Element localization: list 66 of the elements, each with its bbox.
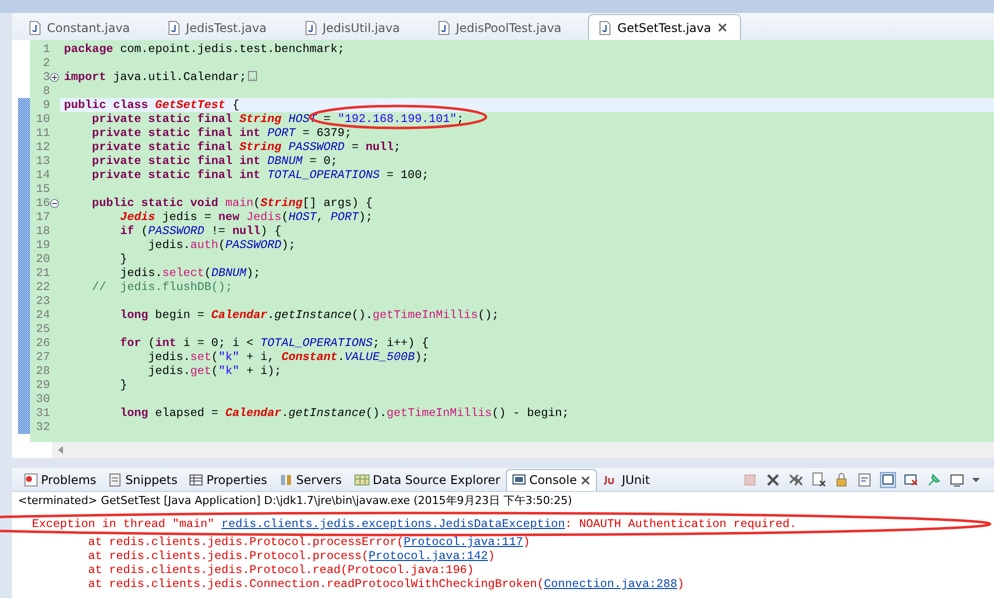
folded-code-icon[interactable]	[248, 71, 258, 81]
database-icon	[354, 473, 370, 487]
collapse-icon[interactable]	[50, 198, 59, 208]
editor-tab[interactable]: JedisUtil.java	[294, 14, 413, 40]
code-line: private static final int DBNUM = 0;	[91, 154, 338, 168]
code-line: import java.util.Calendar;	[64, 70, 258, 84]
panel-tab[interactable]: Properties	[183, 468, 274, 490]
horizontal-scrollbar[interactable]	[52, 442, 994, 458]
console-line: at redis.clients.jedis.Connection.readProtocolWithCheckingBroken(Connection.java:288)	[87, 577, 684, 591]
code-line: private static final String PASSWORD = null;	[91, 140, 401, 154]
code-line: Jedis jedis = new Jedis(HOST, PORT);	[119, 210, 373, 224]
code-line: long elapsed = Calendar.getInstance().getTimeInMillis() - begin;	[119, 406, 570, 420]
console-line: at redis.clients.jedis.Protocol.processError(Protocol.java:117)	[87, 535, 530, 549]
clear-console-icon[interactable]	[811, 472, 827, 488]
java-file-icon	[599, 20, 612, 34]
code-line: }	[119, 378, 128, 392]
table-icon	[189, 473, 204, 487]
code-line: for (int i = 0; i < TOTAL_OPERATIONS; i++) {	[119, 336, 429, 350]
console-line: at redis.clients.jedis.Protocol.read(Protocol.java:196)	[87, 563, 474, 577]
pin-icon[interactable]	[926, 472, 942, 488]
java-file-icon	[438, 20, 450, 34]
code-line: private static final int PORT = 6379;	[91, 126, 352, 140]
editor-tab[interactable]: JedisPoolTest.java	[426, 14, 574, 40]
panel-tab[interactable]: Problems	[18, 468, 102, 490]
open-console-icon[interactable]	[949, 472, 965, 488]
panel-tab[interactable]: Console	[506, 468, 597, 490]
close-icon[interactable]	[580, 474, 591, 486]
console-line: Exception in thread "main" redis.clients.jedis.exceptions.JedisDataException: NOAUTH Authentication required.	[32, 517, 796, 531]
code-line: }	[119, 252, 128, 266]
snippet-icon	[108, 473, 122, 487]
code-line: jedis.auth(PASSWORD);	[147, 238, 296, 252]
code-line: package com.epoint.jedis.test.benchmark;	[64, 42, 345, 56]
source-link[interactable]: redis.clients.jedis.exceptions.JedisDataException	[221, 517, 566, 531]
editor-tab[interactable]: JedisTest.java	[156, 14, 280, 40]
panel-tab[interactable]: Servers	[273, 468, 348, 490]
code-line: jedis.select(DBNUM);	[119, 266, 260, 280]
java-file-icon	[168, 20, 180, 34]
editor-tab[interactable]: GetSetTest.java	[588, 14, 742, 40]
word-wrap-icon[interactable]	[857, 472, 873, 488]
display-console-icon[interactable]	[903, 472, 919, 488]
source-link[interactable]: Protocol.java:142	[368, 549, 488, 563]
panel-tab[interactable]: Data Source Explorer	[348, 468, 506, 490]
code-line: jedis.set("k" + i, Constant.VALUE_500B);	[147, 350, 429, 364]
warning-list-icon	[24, 473, 38, 487]
console-header: <terminated> GetSetTest [Java Application] D:\jdk1.7\jre\bin\javaw.exe (2015年9月23日 下午3:50:25)	[17, 493, 574, 509]
remove-all-icon[interactable]	[788, 472, 804, 488]
code-line: if (PASSWORD != null) {	[119, 224, 282, 238]
expand-icon[interactable]	[50, 72, 59, 82]
java-file-icon	[304, 20, 317, 34]
console-line: at redis.clients.jedis.Protocol.process(Protocol.java:142)	[87, 549, 495, 563]
remove-icon[interactable]	[765, 472, 781, 488]
code-line: jedis.get("k" + i);	[147, 364, 282, 378]
code-line: public static void main(String[] args) {	[91, 196, 373, 210]
source-link[interactable]: Protocol.java:117	[404, 535, 523, 549]
panel-tab[interactable]: JUnit	[596, 468, 656, 490]
monitor-icon	[512, 473, 526, 487]
code-line: private static final int TOTAL_OPERATIONS = 100;	[91, 168, 429, 182]
java-file-icon	[29, 20, 41, 34]
server-icon	[279, 473, 294, 487]
code-line: long begin = Calendar.getInstance().getTimeInMillis();	[119, 308, 499, 322]
code-line: public class GetSetTest {	[64, 98, 240, 112]
close-icon[interactable]	[717, 22, 728, 33]
editor-tab[interactable]: Constant.java	[18, 14, 143, 40]
code-line: // jedis.flushDB();	[91, 280, 232, 294]
panel-tab[interactable]: Snippets	[102, 468, 184, 490]
source-link[interactable]: Connection.java:288	[544, 577, 678, 591]
